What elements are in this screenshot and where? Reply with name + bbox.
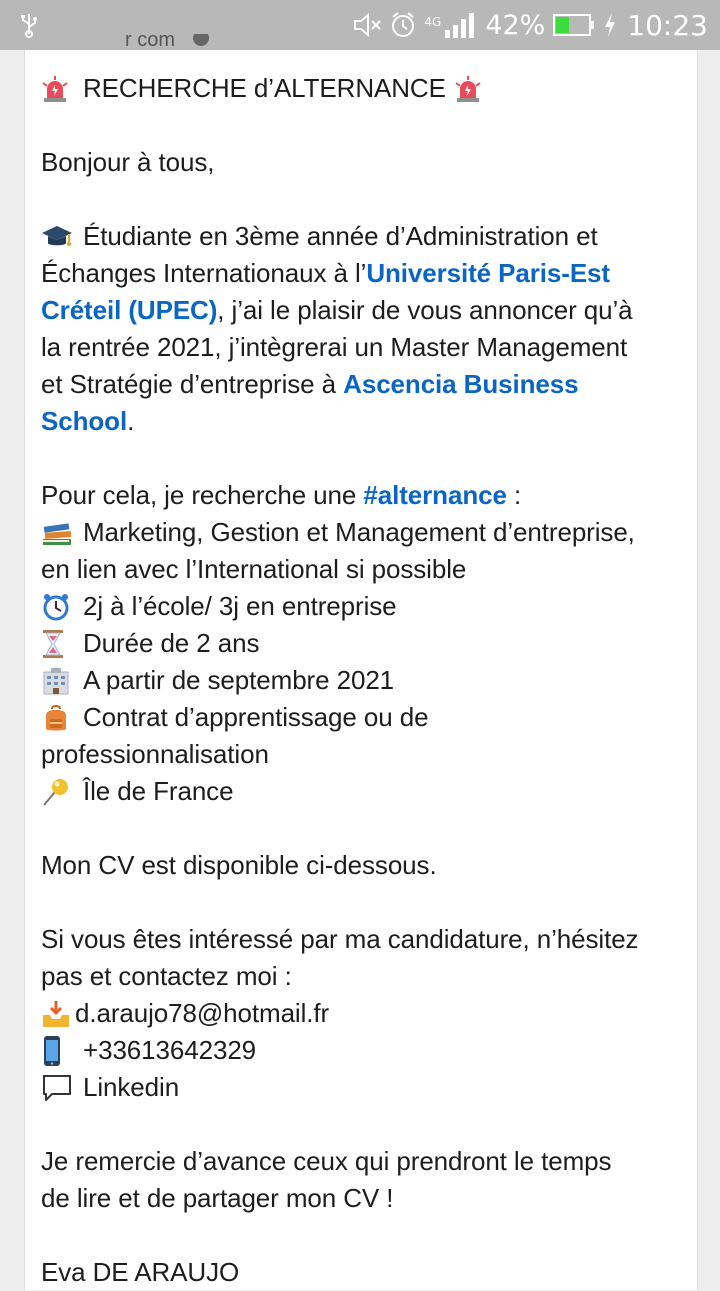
charging-icon — [603, 12, 617, 38]
mobile-phone-icon — [41, 1035, 75, 1066]
post-heading: RECHERCHE d’ALTERNANCE — [41, 70, 691, 107]
intro-line: et Stratégie d’entreprise à Ascencia Bus… — [41, 366, 691, 403]
school-link[interactable]: Ascencia Business — [343, 366, 578, 403]
contact-item: +33613642329 — [41, 1032, 691, 1069]
globe-icon — [192, 34, 209, 46]
contact-item: d.araujo78@hotmail.fr — [41, 995, 691, 1032]
thanks-line: Je remercie d’avance ceux qui prendront … — [41, 1146, 612, 1176]
battery-icon — [553, 14, 595, 36]
hashtag-link[interactable]: #alternance — [363, 477, 507, 514]
status-bar: 4G 42% 10:23 — [0, 0, 720, 50]
usb-icon — [16, 12, 42, 38]
battery-percent: 42% — [485, 9, 546, 41]
contact-line: pas et contactez moi : — [41, 961, 292, 991]
backpack-icon — [41, 703, 75, 733]
linkedin-link[interactable]: Linkedin — [83, 1069, 179, 1106]
mute-icon — [352, 11, 382, 39]
hourglass-icon — [41, 629, 75, 659]
intro-line: School. — [41, 403, 691, 440]
search-line: Pour cela, je recherche une #alternance … — [41, 477, 691, 514]
intro-line: Étudiante en 3ème année d’Administration… — [41, 218, 691, 255]
inbox-tray-icon — [41, 999, 73, 1029]
list-item: professionnalisation — [41, 739, 269, 769]
list-item: en lien avec l’International si possible — [41, 554, 467, 584]
network-type: 4G — [424, 15, 442, 29]
phone-number[interactable]: +33613642329 — [83, 1032, 256, 1069]
list-item: 2j à l’école/ 3j en entreprise — [41, 588, 691, 625]
signature: Eva DE ARAUJO — [41, 1257, 240, 1287]
thanks-line: de lire et de partager mon CV ! — [41, 1183, 394, 1213]
cv-line: Mon CV est disponible ci-dessous. — [41, 850, 437, 880]
author-meta: r com — [125, 34, 209, 54]
signal-icon: 4G — [424, 12, 477, 38]
intro-line: Échanges Internationaux à l’ Université P… — [41, 255, 691, 292]
contact-line: Si vous êtes intéressé par ma candidatur… — [41, 924, 639, 954]
list-item: Contrat d’apprentissage ou de — [41, 699, 691, 736]
list-item: A partir de septembre 2021 — [41, 662, 691, 699]
rotating-light-icon — [41, 74, 75, 104]
alarm-clock-icon — [41, 592, 75, 622]
school-link[interactable]: School — [41, 403, 127, 440]
intro-line: Créteil (UPEC), j’ai le plaisir de vous … — [41, 292, 691, 329]
books-icon — [41, 518, 75, 548]
speech-balloon-icon — [41, 1073, 75, 1103]
intro-line: la rentrée 2021, j’intègrerai un Master … — [41, 332, 628, 362]
list-item: Durée de 2 ans — [41, 625, 691, 662]
list-item: Marketing, Gestion et Management d’entre… — [41, 514, 691, 551]
post-card: r com RECHERCHE d’ALTERNANCE Bonjour à t… — [24, 34, 698, 1291]
rotating-light-icon — [454, 74, 488, 104]
post-body: RECHERCHE d’ALTERNANCE Bonjour à tous, É… — [41, 70, 691, 1291]
upec-link[interactable]: Université Paris-Est — [366, 255, 610, 292]
office-building-icon — [41, 666, 75, 696]
round-pushpin-icon — [41, 777, 75, 807]
graduation-cap-icon — [41, 222, 75, 252]
email-link[interactable]: d.araujo78@hotmail.fr — [75, 995, 329, 1032]
list-item: Île de France — [41, 773, 691, 810]
upec-link[interactable]: Créteil (UPEC) — [41, 292, 217, 329]
contact-item: Linkedin — [41, 1069, 691, 1106]
clock: 10:23 — [627, 8, 708, 42]
greeting: Bonjour à tous, — [41, 147, 215, 177]
alarm-icon — [390, 11, 416, 39]
